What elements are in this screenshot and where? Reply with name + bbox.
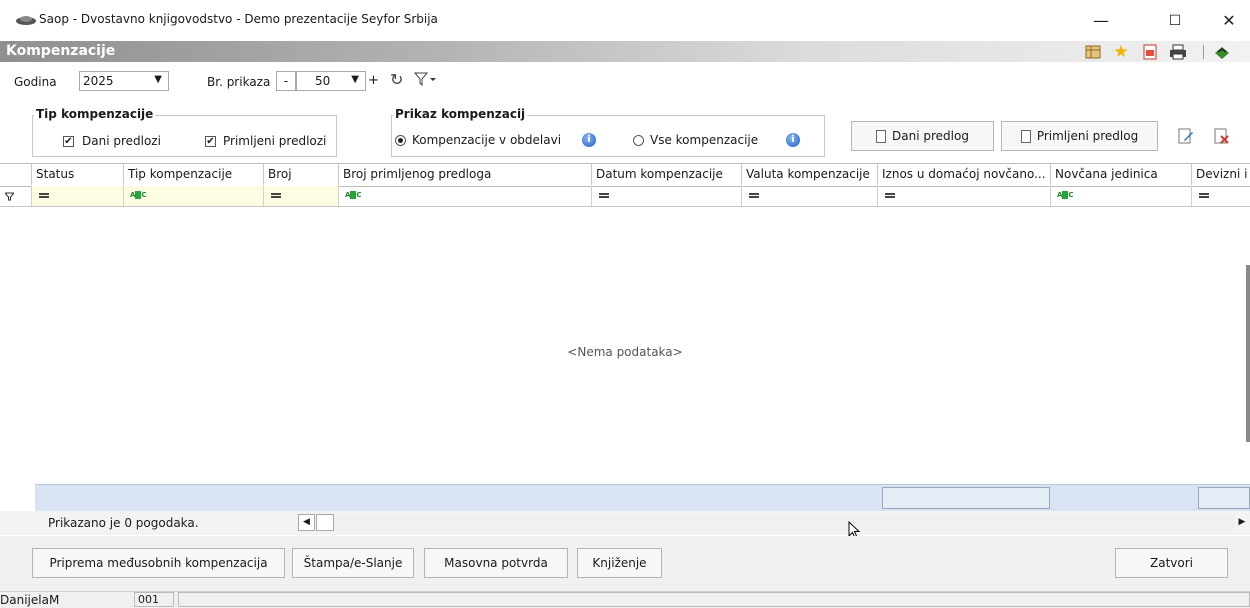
document-icon xyxy=(1020,129,1031,143)
filter-row-indicator xyxy=(0,186,32,206)
exit-icon[interactable] xyxy=(1212,42,1232,62)
status-message-panel xyxy=(178,592,1250,607)
empty-grid-message: <Nema podataka> xyxy=(567,345,683,359)
column-header-status[interactable]: Status xyxy=(32,163,124,185)
maximize-button[interactable]: ☐ xyxy=(1158,8,1192,34)
minimize-button[interactable]: — xyxy=(1084,8,1118,34)
filter-funnel-icon xyxy=(5,192,14,201)
grid-settings-icon[interactable] xyxy=(1083,42,1103,62)
contains-operator-icon: AC xyxy=(345,191,362,199)
summary-box-iznos xyxy=(882,487,1050,509)
filter-dropdown-icon[interactable] xyxy=(413,71,438,90)
zatvori-button[interactable]: Zatvori xyxy=(1115,548,1228,578)
vse-kompenzacije-radio[interactable] xyxy=(633,135,644,146)
filter-cell-datum[interactable] xyxy=(592,186,742,206)
vse-kompenzacije-label: Vse kompenzacije xyxy=(650,133,759,147)
chevron-down-icon[interactable]: ▼ xyxy=(154,74,162,85)
column-header-iznos[interactable]: Iznos u domaćoj novčano... xyxy=(878,163,1051,185)
edit-document-icon[interactable] xyxy=(1178,128,1194,147)
filter-cell-valuta[interactable] xyxy=(742,186,878,206)
equals-operator-icon xyxy=(271,193,281,198)
horizontal-scrollbar-track[interactable] xyxy=(334,514,1234,531)
column-header-tip[interactable]: Tip kompenzacije xyxy=(124,163,264,185)
filter-cell-broj-primljenog[interactable]: AC xyxy=(339,186,592,206)
contains-operator-icon: AC xyxy=(1057,191,1074,199)
prikaz-kompenzacij-legend: Prikaz kompenzacij xyxy=(393,107,528,121)
document-icon xyxy=(876,129,887,143)
count-input[interactable]: 50 ▼ xyxy=(296,71,366,91)
knjizenje-button[interactable]: Knjiženje xyxy=(577,548,662,578)
count-label: Br. prikaza xyxy=(207,75,271,89)
filter-cell-tip[interactable]: AC xyxy=(124,186,264,206)
filter-cell-devizni[interactable] xyxy=(1192,186,1250,206)
masovna-potvrda-button[interactable]: Masovna potvrda xyxy=(424,548,568,578)
column-header-novcana-jedinica[interactable]: Novčana jedinica xyxy=(1051,163,1192,185)
dani-predlozi-label: Dani predlozi xyxy=(82,134,161,148)
stampa-e-slanje-button[interactable]: Štampa/e-Slanje xyxy=(292,548,414,578)
info-icon[interactable]: i xyxy=(582,133,596,147)
scroll-right-button[interactable]: ▶ xyxy=(1234,514,1250,531)
filter-cell-novcana-jedinica[interactable]: AC xyxy=(1051,186,1192,206)
dani-predlog-button[interactable]: Dani predlog xyxy=(851,121,994,151)
primljeni-predlog-button[interactable]: Primljeni predlog xyxy=(1001,121,1158,151)
column-header-valuta[interactable]: Valuta kompenzacije xyxy=(742,163,878,185)
primljeni-predlozi-checkbox[interactable]: ✔ xyxy=(205,136,216,147)
primljeni-predlog-label: Primljeni predlog xyxy=(1036,129,1139,143)
delete-document-icon[interactable] xyxy=(1214,128,1230,147)
result-count-text: Prikazano je 0 pogodaka. xyxy=(48,516,199,530)
tip-kompenzacije-legend: Tip kompenzacije xyxy=(34,107,156,121)
equals-operator-icon xyxy=(599,193,609,198)
primljeni-predlozi-label: Primljeni predlozi xyxy=(223,134,327,148)
scroll-left-button[interactable]: ◀ xyxy=(298,514,315,531)
contains-operator-icon: AC xyxy=(130,191,147,199)
status-code: 001 xyxy=(134,592,174,607)
pdf-export-icon[interactable] xyxy=(1140,42,1160,62)
kompenzacije-v-obdelavi-label: Kompenzacije v obdelavi xyxy=(412,133,562,147)
form-title: Kompenzacije xyxy=(6,43,116,59)
favorite-star-icon[interactable]: ★ xyxy=(1111,42,1131,62)
year-value: 2025 xyxy=(83,74,114,88)
column-header-broj-primljenog[interactable]: Broj primljenog predloga xyxy=(339,163,592,185)
count-minus-button[interactable]: - xyxy=(276,71,296,91)
column-header-datum[interactable]: Datum kompenzacije xyxy=(592,163,742,185)
count-value: 50 xyxy=(315,74,331,88)
window-title: Saop - Dvostavno knjigovodstvo - Demo pr… xyxy=(39,12,438,26)
filter-cell-status[interactable] xyxy=(32,186,124,206)
grid-indicator-header xyxy=(0,163,32,185)
info-icon-2[interactable]: i xyxy=(786,133,800,147)
equals-operator-icon xyxy=(1199,193,1209,198)
horizontal-scrollbar-thumb[interactable] xyxy=(316,514,334,531)
kompenzacije-v-obdelavi-radio[interactable] xyxy=(395,135,406,146)
app-logo-icon xyxy=(16,16,36,25)
filter-cell-iznos[interactable] xyxy=(878,186,1051,206)
equals-operator-icon xyxy=(749,193,759,198)
toolbar-divider xyxy=(1203,45,1204,59)
filter-cell-broj[interactable] xyxy=(264,186,339,206)
summary-box-devizni xyxy=(1198,487,1250,509)
year-select[interactable]: 2025 ▼ xyxy=(79,71,169,91)
equals-operator-icon xyxy=(885,193,895,198)
count-chevron-down-icon[interactable]: ▼ xyxy=(351,74,359,85)
count-plus-button[interactable]: + xyxy=(368,73,379,88)
priprema-kompenzacija-button[interactable]: Priprema međusobnih kompenzacija xyxy=(32,548,285,578)
column-header-devizni[interactable]: Devizni i xyxy=(1192,163,1250,185)
equals-operator-icon xyxy=(39,193,49,198)
close-button[interactable]: ✕ xyxy=(1212,8,1246,34)
column-header-broj[interactable]: Broj xyxy=(264,163,339,185)
dani-predlog-label: Dani predlog xyxy=(892,129,969,143)
grid-summary-band xyxy=(35,484,1250,511)
status-user: DanijelaM xyxy=(0,593,60,607)
dani-predlozi-checkbox[interactable]: ✔ xyxy=(63,136,74,147)
year-label: Godina xyxy=(14,75,57,89)
refresh-icon[interactable]: ↻ xyxy=(390,70,403,89)
form-header: Kompenzacije xyxy=(0,41,1250,62)
print-icon[interactable] xyxy=(1168,42,1188,62)
